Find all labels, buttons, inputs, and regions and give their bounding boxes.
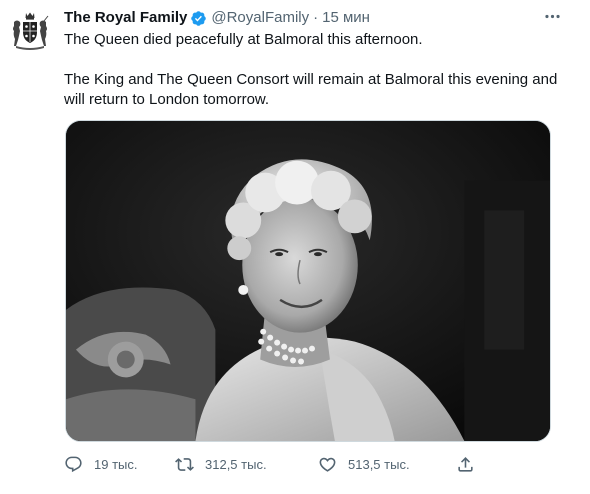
tweet-photo[interactable] bbox=[65, 120, 551, 442]
tweet-timestamp[interactable]: 15 мин bbox=[322, 8, 370, 28]
reply-count: 19 тыс. bbox=[94, 456, 138, 472]
reply-button[interactable]: 19 тыс. bbox=[64, 455, 175, 474]
header-separator: · bbox=[313, 9, 319, 26]
tweet-text-line-1: The Queen died peacefully at Balmoral th… bbox=[64, 31, 423, 48]
tweet-header: The Royal Family @RoyalFamily · 15 мин bbox=[64, 8, 370, 28]
retweet-icon bbox=[175, 457, 194, 471]
reply-icon bbox=[65, 456, 82, 472]
more-options-icon bbox=[544, 14, 560, 18]
retweet-button[interactable]: 312,5 тыс. bbox=[175, 455, 318, 474]
verified-badge-icon bbox=[190, 10, 207, 27]
retweet-count: 312,5 тыс. bbox=[205, 456, 267, 472]
tweet-text: The Queen died peacefully at Balmoral th… bbox=[64, 30, 564, 110]
heart-icon bbox=[319, 457, 336, 472]
tweet-actions: 19 тыс. 312,5 тыс. 513,5 тыс. bbox=[64, 452, 484, 476]
share-icon bbox=[458, 456, 473, 472]
like-button[interactable]: 513,5 тыс. bbox=[318, 455, 456, 474]
like-count: 513,5 тыс. bbox=[348, 456, 410, 472]
more-options-button[interactable] bbox=[540, 4, 564, 28]
tweet-text-line-2: The King and The Queen Consort will rema… bbox=[64, 71, 558, 108]
share-button[interactable] bbox=[456, 455, 480, 474]
queen-portrait-image bbox=[66, 121, 550, 441]
avatar[interactable] bbox=[8, 8, 52, 52]
tweet[interactable]: The Royal Family @RoyalFamily · 15 мин T… bbox=[0, 0, 590, 494]
user-handle[interactable]: @RoyalFamily bbox=[211, 8, 309, 28]
display-name[interactable]: The Royal Family bbox=[64, 8, 187, 28]
royal-coat-of-arms-icon bbox=[13, 12, 49, 50]
